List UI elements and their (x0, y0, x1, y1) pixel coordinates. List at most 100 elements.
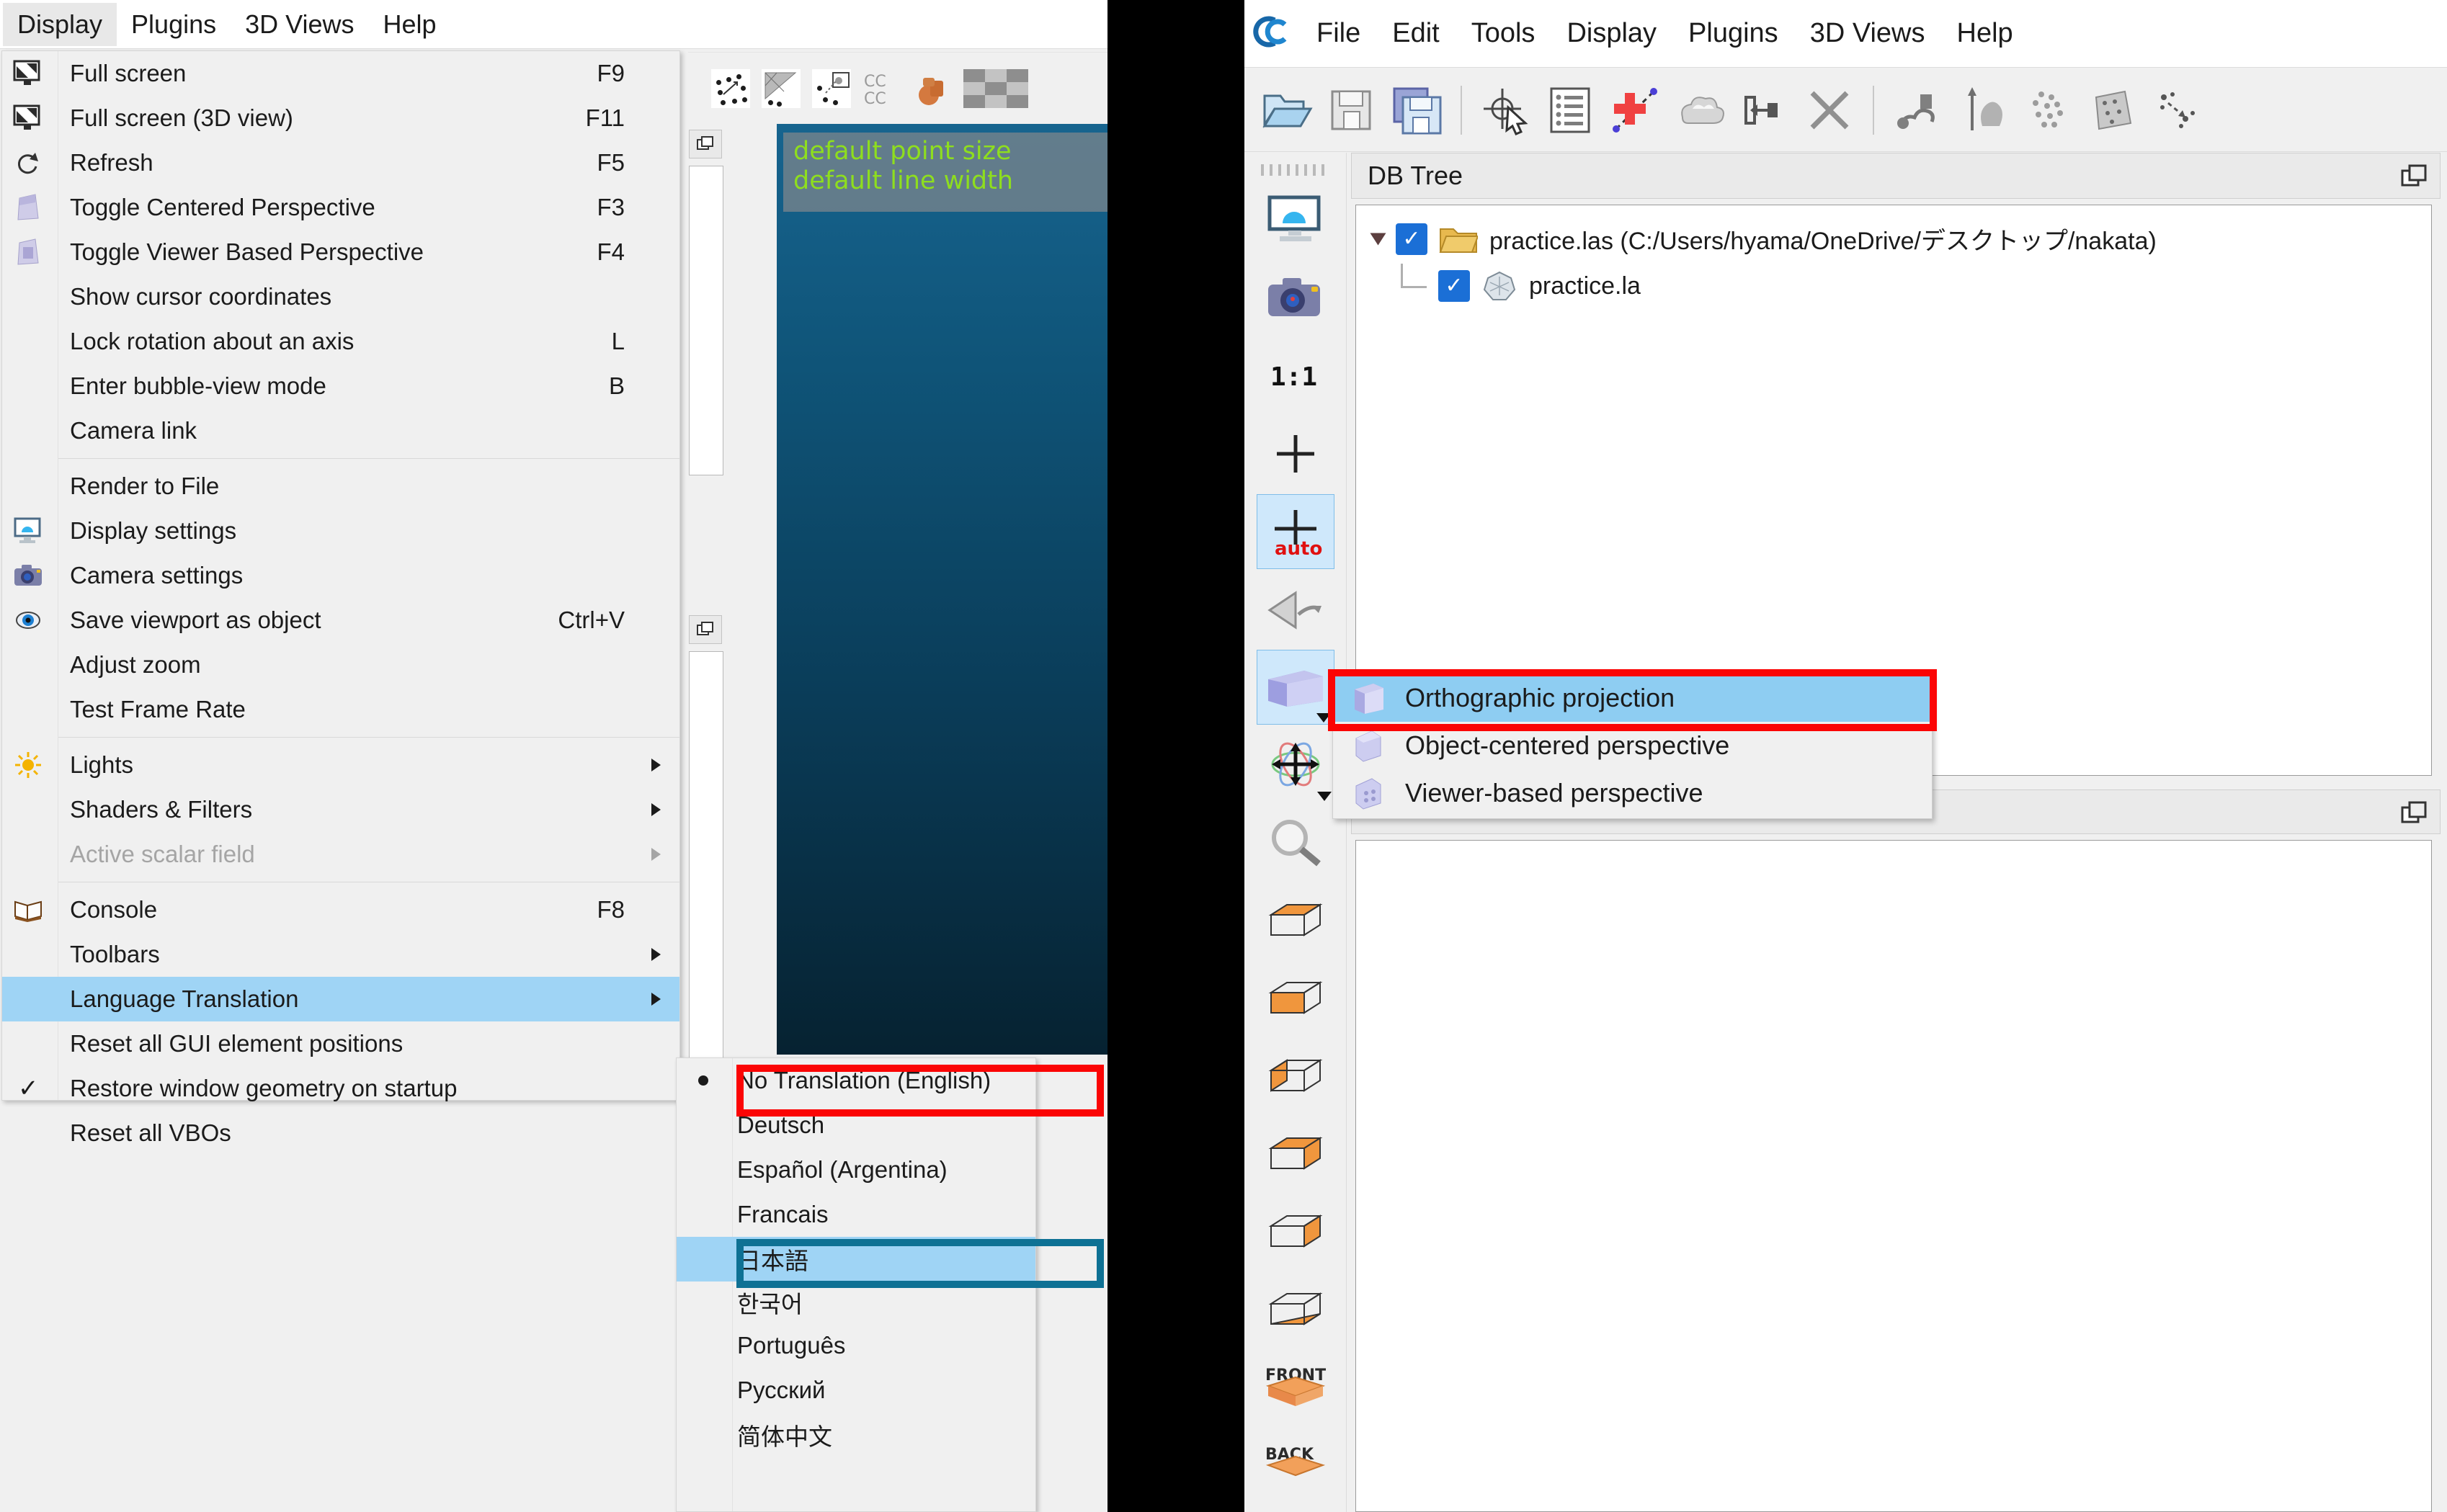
menu-item-shaders-filters[interactable]: Shaders & Filters (2, 787, 679, 832)
table-row[interactable]: ✓ practice.las (C:/Users/hyama/OneDrive/… (1356, 205, 2431, 256)
view-left-icon[interactable] (1257, 1039, 1334, 1114)
menu-item-adjust-zoom[interactable]: Adjust zoom (2, 643, 679, 687)
subsample-icon[interactable] (2018, 81, 2076, 139)
checkbox-checked-icon[interactable]: ✓ (1438, 270, 1470, 302)
menu-item-toggle-viewer-based-perspective[interactable]: Toggle Viewer Based Perspective F4 (2, 230, 679, 274)
normals-icon[interactable] (1953, 81, 2011, 139)
view-front-side-icon[interactable] (1257, 1194, 1334, 1269)
view-back-icon[interactable]: BACK (1257, 1428, 1334, 1503)
menu-item-console[interactable]: Console F8 (2, 887, 679, 932)
register-icon[interactable] (2148, 81, 2206, 139)
menu-file[interactable]: File (1301, 11, 1376, 56)
zoom-1-1-icon[interactable]: 1:1 (1257, 339, 1334, 413)
point-picking-icon[interactable] (812, 68, 851, 108)
menu-item-refresh[interactable]: Refresh F5 (2, 140, 679, 185)
menu-item-camera-link[interactable]: Camera link (2, 408, 679, 453)
menu-item-full-screen-3d[interactable]: Full screen (3D view) F11 (2, 96, 679, 140)
view-top-icon[interactable] (1257, 883, 1334, 958)
fit-plane-icon[interactable] (2083, 81, 2141, 139)
projection-item-object-centered[interactable]: Object-centered perspective (1333, 722, 1932, 769)
fullscreen-3d-icon (9, 100, 47, 136)
menu-3d-views[interactable]: 3D Views (1794, 11, 1941, 56)
panel-float-icon[interactable] (2401, 800, 2428, 826)
language-item-korean[interactable]: 한국어 (677, 1281, 1035, 1323)
point-cloud-icon[interactable] (711, 68, 750, 108)
menu-item-camera-settings[interactable]: Camera settings (2, 553, 679, 598)
save-icon[interactable] (1324, 81, 1381, 139)
menu-plugins[interactable]: Plugins (1672, 11, 1794, 56)
menu-help[interactable]: Help (1941, 11, 2029, 56)
trace-polyline-icon[interactable] (1889, 81, 1946, 139)
menu-item-label: Test Frame Rate (70, 696, 246, 723)
projection-item-label: Viewer-based perspective (1405, 778, 1703, 808)
menu-item-toolbars[interactable]: Toolbars (2, 932, 679, 977)
checkbox-checked-icon[interactable]: ✓ (1396, 223, 1427, 255)
language-item-russian[interactable]: Русский (677, 1368, 1035, 1413)
projection-item-viewer-based[interactable]: Viewer-based perspective (1333, 769, 1932, 817)
language-item-no-translation[interactable]: No Translation (English) (677, 1058, 1035, 1103)
table-row[interactable]: ✓ practice.la (1356, 256, 2431, 303)
menu-item-display-settings[interactable]: Display settings (2, 509, 679, 553)
menu-item-save-viewport-as-object[interactable]: Save viewport as object Ctrl+V (2, 598, 679, 643)
add-point-icon[interactable] (1606, 81, 1664, 139)
language-item-japanese[interactable]: 日本語 (677, 1237, 1035, 1281)
language-item-deutsch[interactable]: Deutsch (677, 1103, 1035, 1148)
menu-item-test-frame-rate[interactable]: Test Frame Rate (2, 687, 679, 732)
menu-3d-views[interactable]: 3D Views (231, 3, 368, 46)
menu-plugins[interactable]: Plugins (117, 3, 231, 46)
menu-item-shortcut: F11 (585, 104, 625, 131)
panel-float-button-top[interactable] (689, 130, 722, 158)
cc-cc-icon[interactable]: CC CC (863, 69, 901, 108)
expander-triangle-icon[interactable] (1370, 233, 1386, 245)
toolbar-drag-handle[interactable] (1260, 164, 1330, 176)
menu-edit[interactable]: Edit (1376, 11, 1455, 56)
menu-item-reset-all-vbos[interactable]: Reset all VBOs (2, 1111, 679, 1155)
language-item-francais[interactable]: Francais (677, 1192, 1035, 1237)
pivot-auto-icon[interactable]: auto (1256, 494, 1334, 569)
checker-icon[interactable] (963, 68, 1028, 108)
clay-pot-icon[interactable] (913, 69, 952, 108)
menu-tools[interactable]: Tools (1456, 11, 1551, 56)
menu-item-toggle-centered-perspective[interactable]: Toggle Centered Perspective F3 (2, 185, 679, 230)
view-front-icon[interactable]: FRONT (1257, 1350, 1334, 1425)
menu-item-enter-bubble-view[interactable]: Enter bubble-view mode B (2, 364, 679, 408)
pan-mode-icon[interactable] (1257, 728, 1334, 802)
delete-icon[interactable] (1801, 81, 1858, 139)
menu-item-language-translation[interactable]: Language Translation (2, 977, 679, 1021)
menu-display[interactable]: Display (1551, 11, 1672, 56)
panel-float-button-bottom[interactable] (689, 615, 722, 644)
menu-display[interactable]: Display (3, 2, 117, 46)
properties-panel-body[interactable] (1355, 840, 2432, 1512)
cloud-compare-icon[interactable] (1671, 81, 1729, 139)
left-3d-viewport[interactable] (777, 124, 1107, 1055)
projection-item-orthographic[interactable]: Orthographic projection (1333, 674, 1932, 722)
language-item-chinese[interactable]: 简体中文 (677, 1413, 1035, 1457)
menu-item-full-screen[interactable]: Full screen F9 (2, 51, 679, 96)
menu-item-show-cursor-coordinates[interactable]: Show cursor coordinates (2, 274, 679, 319)
pivot-point-icon[interactable] (1257, 416, 1334, 491)
mesh-icon[interactable] (762, 68, 801, 108)
camera-settings-icon[interactable] (1257, 261, 1334, 336)
menu-item-render-to-file[interactable]: Render to File (2, 464, 679, 509)
projection-mode-icon[interactable] (1256, 650, 1334, 725)
panel-float-icon[interactable] (2401, 164, 2428, 189)
menu-item-lock-rotation[interactable]: Lock rotation about an axis L (2, 319, 679, 364)
menu-help[interactable]: Help (369, 3, 451, 46)
properties-list-icon[interactable] (1541, 81, 1599, 139)
segment-icon[interactable] (1736, 81, 1793, 139)
menu-item-label: Toggle Centered Perspective (70, 194, 375, 220)
view-right-icon[interactable] (1257, 1117, 1334, 1191)
zoom-mode-icon[interactable] (1257, 805, 1334, 880)
language-item-espanol[interactable]: Español (Argentina) (677, 1148, 1035, 1192)
menu-item-reset-gui-positions[interactable]: Reset all GUI element positions (2, 1021, 679, 1066)
save-all-icon[interactable] (1389, 81, 1446, 139)
view-iso-icon[interactable] (1257, 1272, 1334, 1347)
rotate-view-icon[interactable] (1257, 572, 1334, 647)
point-picking-icon[interactable] (1476, 81, 1534, 139)
menu-item-restore-window-geometry[interactable]: ✓ Restore window geometry on startup (2, 1066, 679, 1111)
display-settings-icon[interactable] (1257, 183, 1334, 258)
menu-item-lights[interactable]: Lights (2, 743, 679, 787)
open-folder-icon[interactable] (1259, 81, 1316, 139)
view-bottom-icon[interactable] (1257, 961, 1334, 1036)
language-item-portugues[interactable]: Português (677, 1323, 1035, 1368)
